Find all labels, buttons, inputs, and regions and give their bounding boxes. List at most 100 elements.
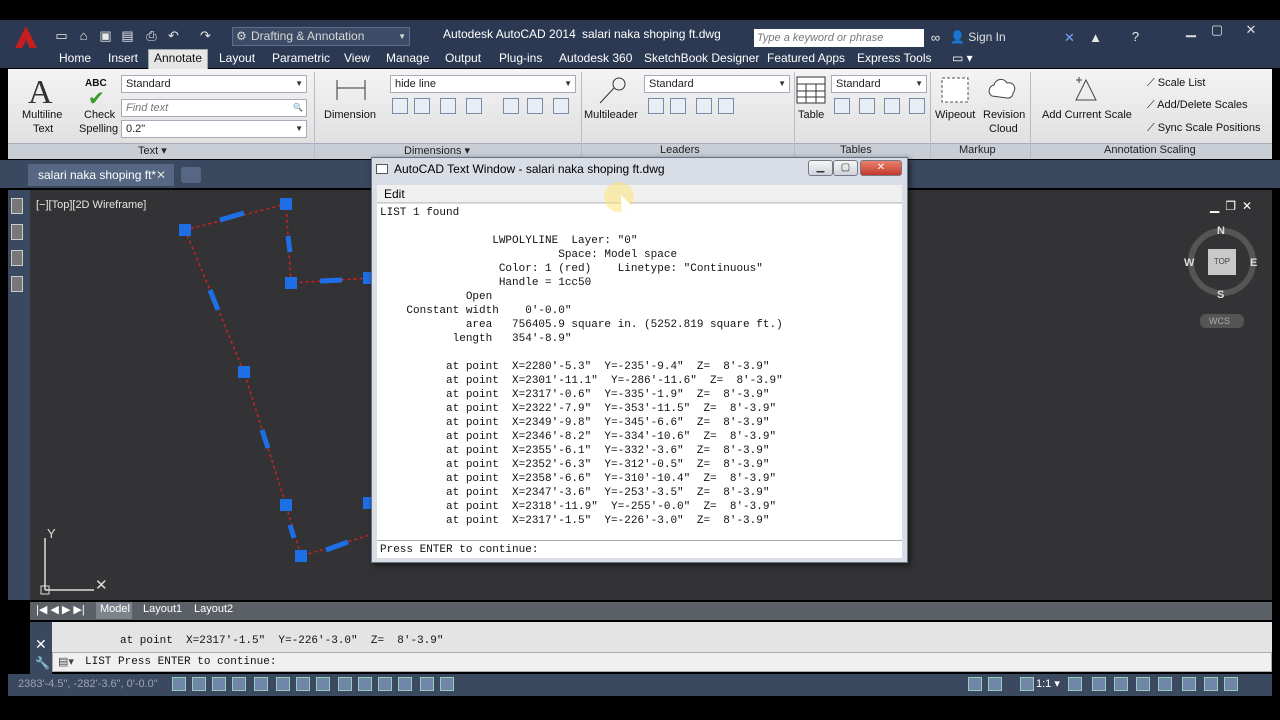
find-replace-icon[interactable]: 🔍	[293, 100, 303, 116]
lightbulb-icon[interactable]	[1204, 677, 1218, 691]
infer-constraints-icon[interactable]	[172, 677, 186, 691]
a360-icon[interactable]: ▲	[1088, 31, 1103, 45]
dim-break-icon[interactable]	[503, 98, 519, 114]
dimension-label[interactable]: Dimension	[324, 109, 376, 121]
minimize-button[interactable]: ▁	[1180, 22, 1202, 38]
tab-layout1[interactable]: Layout1	[143, 603, 182, 615]
multiline-text-icon[interactable]: A	[28, 74, 53, 112]
wipeout-icon[interactable]	[940, 76, 970, 104]
quick-properties-icon[interactable]	[420, 677, 434, 691]
tab-featured-apps[interactable]: Featured Apps	[767, 51, 845, 65]
text-window-close-button[interactable]: ✕	[860, 160, 902, 176]
upload-to-source-icon[interactable]	[909, 98, 925, 114]
check-spelling-label-2[interactable]: Spelling	[79, 123, 118, 135]
align-leader-icon[interactable]	[696, 98, 712, 114]
panel-options-icon[interactable]: ▭ ▾	[952, 51, 973, 65]
tab-view[interactable]: View	[344, 51, 370, 65]
polyline-drawing[interactable]	[160, 190, 380, 570]
isolate-objects-icon[interactable]	[1182, 677, 1196, 691]
dim-style-dropdown[interactable]: hide line ▼	[390, 75, 576, 93]
sheet-icon[interactable]	[11, 276, 23, 292]
open-icon[interactable]: ⌂	[76, 29, 91, 43]
leader-style-dropdown[interactable]: Standard ▼	[644, 75, 790, 93]
text-window-minimize-button[interactable]: ▁	[808, 160, 833, 176]
save-icon[interactable]: ▣	[98, 29, 113, 43]
help-icon[interactable]: ?	[1128, 30, 1143, 44]
continue-icon[interactable]	[414, 98, 430, 114]
customize-wrench-icon[interactable]: 🔧	[35, 656, 50, 670]
table-icon[interactable]	[796, 76, 826, 104]
workspace-dropdown[interactable]: ⚙ Drafting & Annotation ▼	[232, 27, 410, 46]
clean-screen-icon[interactable]	[1224, 677, 1238, 691]
tab-home[interactable]: Home	[59, 51, 91, 65]
tab-express-tools[interactable]: Express Tools	[857, 51, 931, 65]
leaders-panel-label[interactable]: Leaders	[660, 144, 700, 156]
extract-data-icon[interactable]	[834, 98, 850, 114]
close-button[interactable]: ✕	[1240, 22, 1262, 38]
text-window-maximize-button[interactable]: ▢	[833, 160, 858, 176]
sign-in-button[interactable]: 👤 Sign In	[950, 30, 1006, 44]
multiline-text-label-1[interactable]: Multiline	[22, 109, 62, 121]
transparency-icon[interactable]	[398, 677, 412, 691]
text-panel-label[interactable]: Text ▾	[138, 144, 167, 157]
sync-scale-positions-button[interactable]: ⟋ Sync Scale Positions	[1147, 122, 1260, 135]
snap-mode-icon[interactable]	[192, 677, 206, 691]
tab-model[interactable]: Model	[100, 603, 130, 615]
hardware-acceleration-icon[interactable]	[1158, 677, 1172, 691]
remove-leader-icon[interactable]	[670, 98, 686, 114]
document-tab[interactable]: salari naka shoping ft* ✕	[28, 164, 174, 186]
new-tab-button[interactable]	[181, 167, 201, 183]
tab-insert[interactable]: Insert	[108, 51, 138, 65]
text-style-dropdown[interactable]: Standard ▼	[121, 75, 307, 93]
find-text-input[interactable]: Find text 🔍	[121, 99, 307, 117]
text-height-dropdown[interactable]: 0.2" ▼	[121, 120, 307, 138]
annotation-scaling-panel-label[interactable]: Annotation Scaling	[1104, 144, 1196, 156]
command-icon[interactable]: ▤▾	[58, 655, 74, 668]
osnap-icon[interactable]	[276, 677, 290, 691]
scale-list-button[interactable]: ⟋ Scale List	[1147, 77, 1205, 90]
wcs-menu[interactable]: WCS	[1200, 314, 1244, 328]
redo-icon[interactable]: ↷	[198, 29, 213, 43]
collect-leader-icon[interactable]	[718, 98, 734, 114]
close-command-line-icon[interactable]: ✕	[35, 636, 47, 653]
new-icon[interactable]: ▭	[54, 29, 69, 43]
3d-osnap-icon[interactable]	[296, 677, 310, 691]
search-input[interactable]: Type a keyword or phrase	[754, 29, 924, 47]
edit-menu[interactable]: Edit	[384, 187, 405, 201]
quick-view-layouts-icon[interactable]	[988, 677, 1002, 691]
add-leader-icon[interactable]	[648, 98, 664, 114]
revision-cloud-icon[interactable]	[986, 76, 1018, 104]
otrack-icon[interactable]	[316, 677, 330, 691]
add-current-scale-icon[interactable]	[1072, 76, 1100, 104]
selection-cycling-icon[interactable]	[440, 677, 454, 691]
layout-nav-arrows[interactable]: |◀ ◀ ▶ ▶|	[36, 603, 85, 616]
tab-plugins[interactable]: Plug-ins	[499, 51, 542, 65]
text-window-prompt[interactable]: Press ENTER to continue:	[377, 540, 902, 558]
table-style-dropdown[interactable]: Standard ▼	[831, 75, 927, 93]
tab-output[interactable]: Output	[445, 51, 481, 65]
model-space-icon[interactable]	[968, 677, 982, 691]
baseline-icon[interactable]	[440, 98, 456, 114]
close-icon[interactable]: ✕	[156, 164, 166, 186]
download-from-source-icon[interactable]	[884, 98, 900, 114]
maximize-button[interactable]: ▢	[1206, 22, 1228, 38]
grid-icon[interactable]	[212, 677, 226, 691]
lock-icon[interactable]	[1136, 677, 1150, 691]
tab-manage[interactable]: Manage	[386, 51, 429, 65]
ducs-icon[interactable]	[338, 677, 352, 691]
viewport-window-controls[interactable]: ▁❐✕	[1210, 199, 1258, 213]
multiline-text-label-2[interactable]: Text	[33, 123, 53, 135]
layers-icon[interactable]	[11, 224, 23, 240]
tab-annotate[interactable]: Annotate	[154, 51, 202, 65]
tab-layout2[interactable]: Layout2	[194, 603, 233, 615]
viewcube-top-face[interactable]: TOP	[1208, 249, 1236, 275]
dim-space-icon[interactable]	[466, 98, 482, 114]
compass-north[interactable]: N	[1217, 225, 1225, 237]
tab-sketchbook-designer[interactable]: SketchBook Designer	[644, 51, 759, 65]
revision-cloud-label-1[interactable]: Revision	[983, 109, 1025, 121]
compass-south[interactable]: S	[1217, 289, 1224, 301]
dimensions-panel-label[interactable]: Dimensions ▾	[404, 144, 470, 157]
add-current-scale-label[interactable]: Add Current Scale	[1042, 109, 1132, 121]
check-spelling-icon[interactable]: ✔	[88, 86, 105, 111]
lineweight-icon[interactable]	[378, 677, 392, 691]
